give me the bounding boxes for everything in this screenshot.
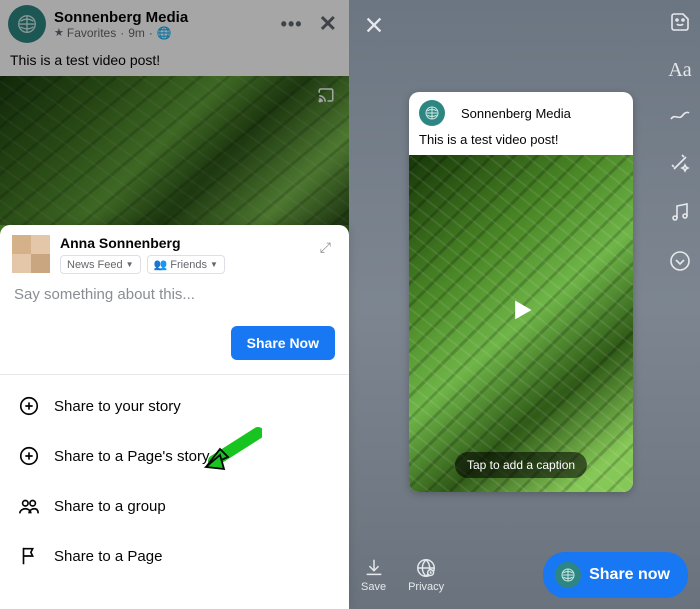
share-caption-input[interactable]: Say something about this... [0, 282, 349, 326]
share-now-label: Share now [589, 566, 670, 584]
post-meta: ★ Favorites · 9m · 🌐 [54, 26, 188, 40]
post-header: Sonnenberg Media ★ Favorites · 9m · 🌐 ••… [0, 0, 349, 48]
share-options-list: Share to your story Share to a Page's st… [0, 375, 349, 609]
save-button[interactable]: Save [361, 557, 386, 593]
share-sheet: Anna Sonnenberg News Feed ▼ 👥 Friends ▼ … [0, 225, 349, 609]
story-post-text: This is a test video post! [409, 130, 633, 155]
audience-newsfeed-label: News Feed [67, 259, 123, 271]
music-icon[interactable] [668, 200, 692, 229]
plus-circle-icon [18, 445, 40, 467]
cast-icon[interactable] [315, 86, 337, 109]
share-now-button[interactable]: Share now [543, 552, 688, 598]
text-icon[interactable]: Aa [668, 59, 691, 82]
chevron-down-icon: ▼ [210, 260, 218, 269]
privacy-button[interactable]: Privacy [408, 557, 444, 593]
audience-friends-label: Friends [170, 259, 207, 271]
play-icon[interactable] [507, 296, 535, 324]
star-icon: ★ [54, 26, 64, 39]
group-icon [18, 495, 40, 517]
option-share-page-story[interactable]: Share to a Page's story [0, 431, 349, 481]
plus-circle-icon [18, 395, 40, 417]
share-now-button[interactable]: Share Now [231, 326, 335, 360]
more-icon[interactable]: ••• [281, 14, 303, 35]
story-bottom-bar: Save Privacy Share now [349, 541, 700, 609]
story-card-header: Sonnenberg Media [409, 92, 633, 130]
expand-icon[interactable]: ⤢ [314, 235, 337, 274]
user-avatar[interactable] [12, 235, 50, 273]
effects-icon[interactable] [668, 151, 692, 180]
option-label: Share to a group [54, 498, 166, 515]
globe-icon: 🌐 [157, 26, 172, 40]
option-share-group[interactable]: Share to a group [0, 481, 349, 531]
story-tool-rail: Aa [660, 10, 700, 278]
post-text: This is a test video post! [0, 48, 349, 76]
close-icon[interactable] [363, 14, 385, 41]
friends-icon: 👥 [154, 258, 168, 271]
share-sheet-header: Anna Sonnenberg News Feed ▼ 👥 Friends ▼ … [0, 225, 349, 282]
page-name: Sonnenberg Media [461, 106, 571, 121]
save-label: Save [361, 581, 386, 593]
page-avatar[interactable] [8, 5, 46, 43]
option-label: Share to a Page [54, 548, 162, 565]
sticker-icon[interactable] [668, 10, 692, 39]
draw-icon[interactable] [668, 102, 692, 131]
audience-newsfeed-dropdown[interactable]: News Feed ▼ [60, 255, 141, 274]
option-label: Share to a Page's story [54, 448, 209, 465]
post-header-info: Sonnenberg Media ★ Favorites · 9m · 🌐 [54, 9, 188, 40]
user-name[interactable]: Anna Sonnenberg [60, 235, 314, 251]
story-media[interactable]: Tap to add a caption [409, 155, 633, 492]
post-video[interactable] [0, 76, 349, 236]
favorites-label: Favorites [67, 26, 116, 40]
flag-icon [18, 545, 40, 567]
option-label: Share to your story [54, 398, 181, 415]
chevron-down-icon: ▼ [126, 260, 134, 269]
close-icon[interactable]: ✕ [319, 11, 337, 37]
page-avatar-mini [555, 562, 581, 588]
audience-friends-dropdown[interactable]: 👥 Friends ▼ [147, 255, 225, 274]
option-share-your-story[interactable]: Share to your story [0, 381, 349, 431]
feed-pane: Sonnenberg Media ★ Favorites · 9m · 🌐 ••… [0, 0, 349, 609]
story-preview-card[interactable]: Sonnenberg Media This is a test video po… [409, 92, 633, 492]
more-tools-icon[interactable] [668, 249, 692, 278]
page-avatar [419, 100, 445, 126]
story-editor-pane: Aa Sonnenberg Media This is a test video… [349, 0, 700, 609]
page-name[interactable]: Sonnenberg Media [54, 9, 188, 26]
post-age: 9m [128, 26, 145, 40]
privacy-label: Privacy [408, 581, 444, 593]
option-share-page[interactable]: Share to a Page [0, 531, 349, 581]
caption-prompt[interactable]: Tap to add a caption [455, 452, 587, 478]
